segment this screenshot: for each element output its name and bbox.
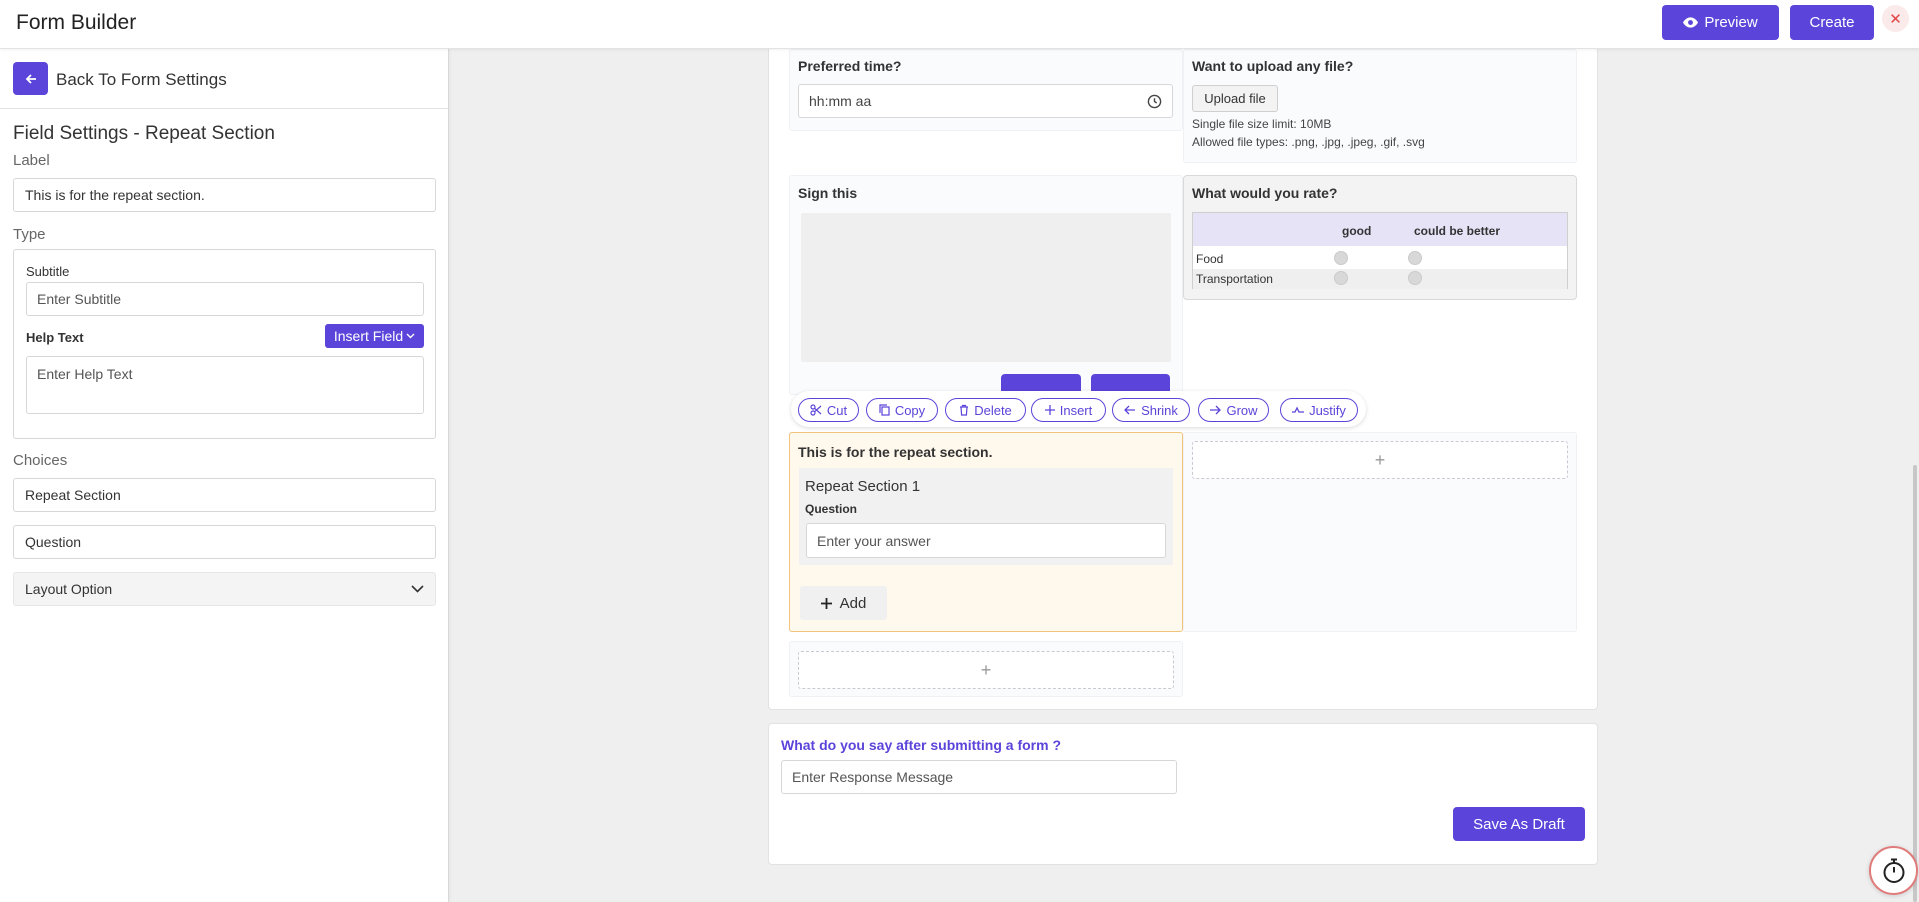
app-title: Form Builder <box>16 11 137 34</box>
eye-icon <box>1683 17 1699 28</box>
choice-input-question[interactable]: Question <box>13 525 436 559</box>
repeat-section-title: This is for the repeat section. <box>798 444 993 460</box>
plus-icon <box>1044 405 1055 415</box>
rating-column-could-be-better: could be better <box>1414 224 1501 238</box>
scissors-icon <box>810 404 822 416</box>
copy-label: Copy <box>894 402 926 418</box>
delete-button[interactable]: Delete <box>945 398 1026 422</box>
rating-radio-transportation-could-be-better[interactable] <box>1408 271 1422 285</box>
help-text-caption: Help Text <box>26 330 84 345</box>
label-caption: Label <box>13 152 50 169</box>
rating-radio-food-good[interactable] <box>1334 251 1348 265</box>
upload-file-button[interactable]: Upload file <box>1192 85 1278 112</box>
layout-option-label: Layout Option <box>25 581 113 597</box>
subtitle-caption: Subtitle <box>26 264 70 279</box>
repeat-section-item-label: Repeat Section 1 <box>805 478 921 495</box>
close-icon[interactable]: ✕ <box>1882 5 1909 32</box>
grow-button[interactable]: Grow <box>1198 398 1269 422</box>
stopwatch-button[interactable] <box>1869 846 1918 895</box>
cut-label: Cut <box>826 402 848 418</box>
signature-save-button[interactable] <box>1091 374 1170 392</box>
add-field-dropzone[interactable]: + <box>1192 441 1568 479</box>
choices-caption: Choices <box>13 452 68 469</box>
preferred-time-input[interactable]: hh:mm aa <box>798 84 1173 118</box>
copy-icon <box>879 404 890 416</box>
shrink-button[interactable]: Shrink <box>1112 398 1190 422</box>
subtitle-input[interactable]: Enter Subtitle <box>26 282 424 316</box>
insert-label: Insert <box>1059 402 1093 418</box>
field-settings-sidebar: Back To Form Settings Field Settings - R… <box>0 49 449 902</box>
rating-radio-transportation-good[interactable] <box>1334 271 1348 285</box>
type-caption: Type <box>13 226 46 243</box>
chevron-down-icon <box>406 333 415 339</box>
delete-label: Delete <box>974 402 1012 418</box>
back-to-form-settings-link[interactable]: Back To Form Settings <box>56 70 227 90</box>
file-upload-title: Want to upload any file? <box>1192 58 1354 74</box>
rating-row: Food <box>1193 249 1567 269</box>
rating-column-good: good <box>1342 224 1372 238</box>
file-size-limit-text: Single file size limit: 10MB <box>1192 117 1332 131</box>
preferred-time-title: Preferred time? <box>798 58 902 74</box>
chevron-down-icon <box>411 585 424 593</box>
stopwatch-icon <box>1883 858 1904 883</box>
rating-table-header <box>1193 213 1567 246</box>
preview-label: Preview <box>1704 14 1758 31</box>
rating-title: What would you rate? <box>1192 185 1338 201</box>
allowed-file-types-text: Allowed file types: .png, .jpg, .jpeg, .… <box>1192 135 1425 149</box>
field-settings-title: Field Settings - Repeat Section <box>13 123 275 144</box>
rating-radio-food-could-be-better[interactable] <box>1408 251 1422 265</box>
answer-input[interactable]: Enter your answer <box>806 523 1166 558</box>
create-button[interactable]: Create <box>1790 5 1874 40</box>
field-action-toolbar: Cut Copy Delete Insert Shrink Grow Justi… <box>791 391 1366 427</box>
layout-option-accordion[interactable]: Layout Option <box>13 572 436 606</box>
shrink-label: Shrink <box>1141 402 1178 418</box>
clock-icon <box>1147 94 1162 108</box>
add-label: Add <box>839 594 867 612</box>
add-row-dropzone[interactable]: + <box>798 651 1174 689</box>
arrow-left-icon <box>25 73 36 84</box>
add-repeat-button[interactable]: Add <box>800 586 887 620</box>
response-message-input[interactable]: Enter Response Message <box>781 760 1177 794</box>
preview-button[interactable]: Preview <box>1662 5 1779 40</box>
scrollbar-thumb[interactable] <box>1913 465 1917 902</box>
question-label: Question <box>805 502 858 516</box>
arrow-left-icon <box>1124 405 1136 415</box>
insert-button[interactable]: Insert <box>1031 398 1106 422</box>
type-panel: Subtitle Enter Subtitle Help Text Insert… <box>13 249 436 439</box>
signature-pad[interactable] <box>801 213 1171 362</box>
rating-row: Transportation <box>1193 269 1567 289</box>
arrow-right-icon <box>1210 405 1222 415</box>
label-input[interactable]: This is for the repeat section. <box>13 178 436 212</box>
plus-icon <box>820 597 832 609</box>
preferred-time-value: hh:mm aa <box>809 93 872 109</box>
justify-label: Justify <box>1309 402 1346 418</box>
rating-row-label: Transportation <box>1196 272 1273 286</box>
cut-button[interactable]: Cut <box>798 398 859 422</box>
insert-field-label: Insert Field <box>333 328 404 344</box>
insert-field-button[interactable]: Insert Field <box>325 324 424 348</box>
copy-button[interactable]: Copy <box>866 398 938 422</box>
choice-input-repeat-section[interactable]: Repeat Section <box>13 478 436 512</box>
signature-title: Sign this <box>798 185 858 201</box>
response-message-question: What do you say after submitting a form … <box>781 737 1062 753</box>
rating-table: good could be better Food Transportation <box>1192 212 1568 289</box>
save-as-draft-button[interactable]: Save As Draft <box>1453 807 1585 841</box>
justify-icon <box>1292 406 1305 413</box>
trash-icon <box>960 404 969 416</box>
back-button[interactable] <box>13 62 48 95</box>
back-row: Back To Form Settings <box>0 49 448 109</box>
signature-clear-button[interactable] <box>1001 374 1081 392</box>
help-text-textarea[interactable]: Enter Help Text <box>26 356 424 414</box>
grow-label: Grow <box>1226 402 1258 418</box>
top-bar: Form Builder Preview Create ✕ <box>0 0 1919 49</box>
rating-row-label: Food <box>1196 252 1224 266</box>
justify-button[interactable]: Justify <box>1280 398 1358 422</box>
